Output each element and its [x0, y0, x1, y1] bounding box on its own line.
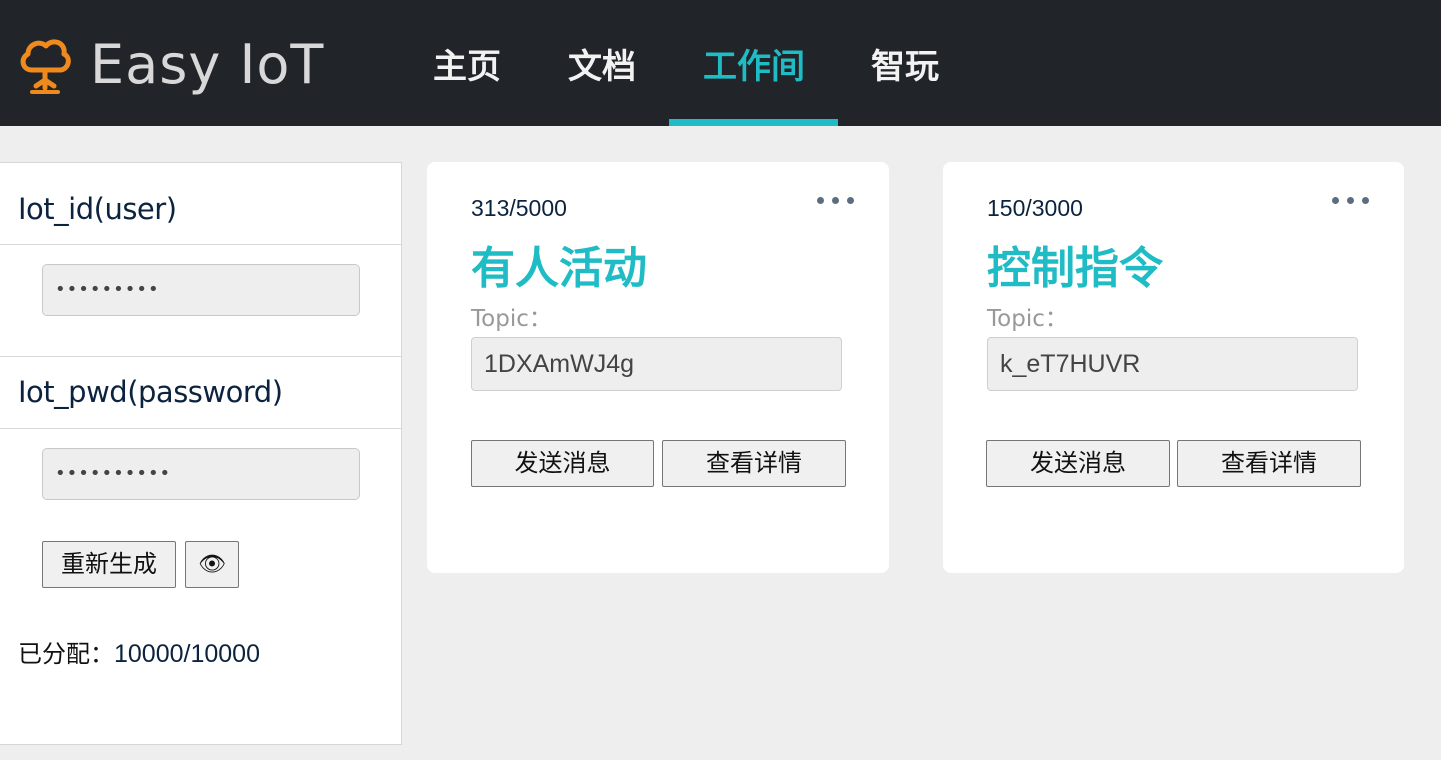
top-navbar: Easy IoT 主页 文档 工作间 智玩	[0, 0, 1441, 126]
allocation-label: 已分配：	[18, 640, 114, 668]
nav-docs[interactable]: 文档	[568, 40, 636, 94]
nav-home[interactable]: 主页	[433, 40, 501, 94]
divider	[0, 244, 401, 245]
topic-card: 150/3000 控制指令 Topic： k_eT7HUVR 发送消息 查看详情	[943, 162, 1404, 573]
view-details-button[interactable]: 查看详情	[662, 440, 846, 487]
card-title: 有人活动	[471, 243, 647, 294]
regenerate-button[interactable]: 重新生成	[42, 541, 176, 588]
active-tab-indicator	[669, 119, 838, 126]
topic-label: Topic：	[471, 306, 552, 332]
cloud-tree-icon[interactable]	[18, 36, 72, 96]
topic-field[interactable]: 1DXAmWJ4g	[471, 337, 842, 391]
more-options-icon[interactable]	[1332, 192, 1376, 212]
reveal-password-button[interactable]: 👁	[185, 541, 239, 588]
iot-id-label: Iot_id(user)	[18, 192, 177, 226]
topic-label: Topic：	[987, 306, 1068, 332]
brand-name[interactable]: Easy IoT	[90, 30, 324, 100]
card-title: 控制指令	[987, 243, 1163, 294]
allocation-status: 已分配：10000/10000	[18, 636, 260, 672]
iot-pwd-field[interactable]: ••••••••••	[42, 448, 360, 500]
more-options-icon[interactable]	[817, 192, 861, 212]
iot-id-field[interactable]: •••••••••	[42, 264, 360, 316]
divider	[0, 428, 401, 429]
view-details-button[interactable]: 查看详情	[1177, 440, 1361, 487]
eye-icon: 👁	[198, 552, 226, 577]
topic-field[interactable]: k_eT7HUVR	[987, 337, 1358, 391]
nav-workspace[interactable]: 工作间	[703, 40, 805, 94]
iot-pwd-label: Iot_pwd(password)	[18, 375, 283, 409]
topic-card: 313/5000 有人活动 Topic： 1DXAmWJ4g 发送消息 查看详情	[427, 162, 889, 573]
quota-count: 150/3000	[987, 195, 1083, 221]
nav-play[interactable]: 智玩	[871, 40, 939, 94]
quota-count: 313/5000	[471, 195, 567, 221]
allocation-value: 10000/10000	[114, 640, 260, 668]
send-message-button[interactable]: 发送消息	[986, 440, 1170, 487]
send-message-button[interactable]: 发送消息	[471, 440, 654, 487]
divider	[0, 356, 401, 357]
